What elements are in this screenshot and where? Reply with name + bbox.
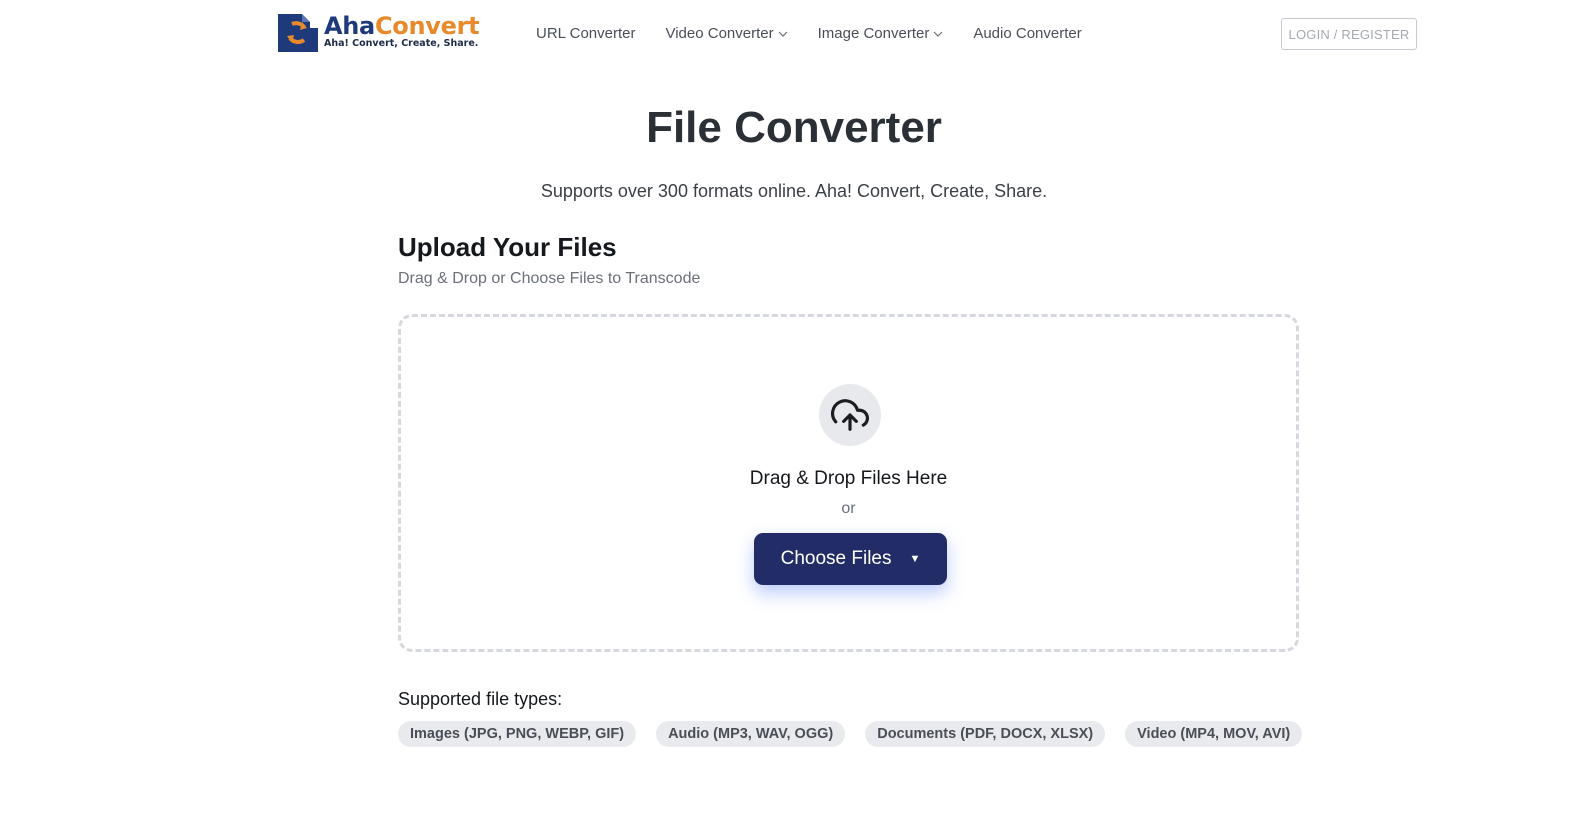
- dropzone-text: Drag & Drop Files Here: [749, 468, 948, 489]
- dropzone-or: or: [841, 500, 856, 517]
- choose-files-label: Choose Files: [780, 548, 892, 569]
- nav-url-converter[interactable]: URL Converter: [536, 22, 635, 46]
- chevron-down-icon: [933, 31, 943, 37]
- chevron-down-icon: [778, 31, 788, 37]
- logo-tagline: Aha! Convert, Create, Share.: [324, 38, 479, 49]
- upload-subheading: Drag & Drop or Choose Files to Transcode: [398, 270, 701, 287]
- supported-types-heading: Supported file types:: [398, 689, 563, 709]
- login-register-button[interactable]: LOGIN / REGISTER: [1281, 18, 1417, 50]
- file-type-chip-images: Images (JPG, PNG, WEBP, GIF): [398, 721, 637, 747]
- site-logo[interactable]: AhaConvert Aha! Convert, Create, Share.: [276, 12, 480, 54]
- logo-text: AhaConvert Aha! Convert, Create, Share.: [324, 12, 480, 50]
- site-header: AhaConvert Aha! Convert, Create, Share. …: [0, 0, 1588, 68]
- main-nav: URL Converter Video Converter Image Conv…: [536, 22, 1082, 46]
- page-title: File Converter: [646, 103, 942, 152]
- logo-name-convert: Convert: [374, 12, 480, 40]
- file-type-chip-audio: Audio (MP3, WAV, OGG): [656, 721, 846, 747]
- logo-wordmark: AhaConvert: [324, 12, 480, 40]
- upload-heading: Upload Your Files: [398, 232, 617, 262]
- nav-image-converter-label: Image Converter: [817, 25, 930, 42]
- choose-files-button[interactable]: Choose Files ▼: [754, 533, 947, 585]
- nav-video-converter-label: Video Converter: [665, 25, 774, 42]
- logo-name-aha: Aha: [324, 12, 375, 40]
- file-dropzone[interactable]: Drag & Drop Files Here or Choose Files ▼: [398, 314, 1299, 652]
- nav-video-converter[interactable]: Video Converter: [665, 22, 788, 46]
- nav-image-converter[interactable]: Image Converter: [818, 22, 944, 46]
- file-type-chip-video: Video (MP4, MOV, AVI): [1125, 721, 1303, 747]
- nav-audio-converter[interactable]: Audio Converter: [973, 22, 1081, 46]
- supported-types-list: Images (JPG, PNG, WEBP, GIF) Audio (MP3,…: [398, 721, 1303, 747]
- file-type-chip-documents: Documents (PDF, DOCX, XLSX): [865, 721, 1106, 747]
- logo-mark-icon: [278, 14, 318, 52]
- caret-down-icon: ▼: [909, 553, 921, 565]
- cloud-upload-icon: [819, 384, 881, 446]
- nav-url-converter-label: URL Converter: [536, 25, 636, 42]
- nav-audio-converter-label: Audio Converter: [973, 25, 1082, 42]
- page-subtitle: Supports over 300 formats online. Aha! C…: [540, 181, 1048, 201]
